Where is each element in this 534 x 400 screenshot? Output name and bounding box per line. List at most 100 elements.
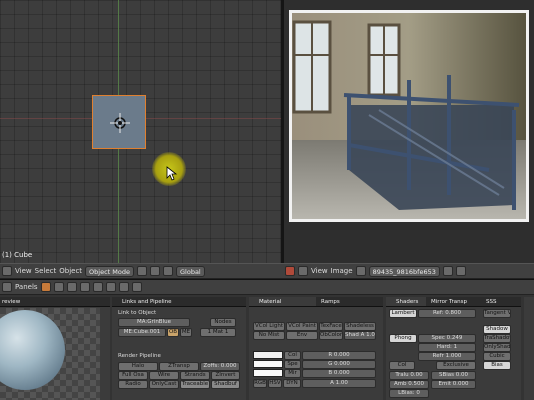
manipulator-icon[interactable] [163, 266, 173, 276]
image-pack-icon[interactable] [442, 266, 453, 276]
zoffs-field[interactable]: Zoffs: 0.000 [200, 362, 240, 371]
image-editor-area[interactable] [283, 0, 534, 263]
shadeless-toggle[interactable]: Shadeless [344, 322, 376, 331]
zinvert-toggle[interactable]: ZInvert [211, 371, 240, 380]
menu-image[interactable]: Image [331, 267, 353, 275]
world-tab-icon[interactable] [131, 282, 142, 292]
shading-context-icon[interactable] [40, 282, 51, 292]
3d-viewport[interactable]: (1) Cube [0, 0, 283, 263]
image-editor-type-icon[interactable] [298, 266, 308, 276]
radio-toggle[interactable]: Radio [118, 380, 148, 389]
material-index[interactable]: 1 Mat 1 [200, 328, 236, 337]
image-name-field[interactable]: 89435_9816bfe653 [368, 265, 440, 277]
menu-object[interactable]: Object [59, 267, 82, 275]
menu-view[interactable]: View [15, 267, 32, 275]
menu-image-view[interactable]: View [311, 267, 328, 275]
viewport-header: View Select Object Object Mode Global [0, 263, 283, 279]
specular-shader-select[interactable]: Phong [389, 334, 417, 343]
bias-toggle[interactable]: Bias [483, 361, 511, 370]
obcolor-toggle[interactable]: ObColor [319, 331, 343, 340]
mouse-pointer-icon [166, 166, 178, 181]
strands-toggle[interactable]: Strands [180, 371, 210, 380]
tangent-toggle[interactable]: Tangent V [483, 309, 511, 318]
me-button[interactable]: ME [180, 328, 192, 337]
spec-slider[interactable]: Spec 0.249 [418, 334, 476, 343]
ramps-tab[interactable]: Ramps [316, 297, 383, 307]
alpha-slider[interactable]: A 1.00 [302, 379, 376, 388]
shaders-tab[interactable]: Shaders [386, 297, 426, 307]
buttons-editor-icon[interactable] [2, 282, 12, 292]
image-browse-icon[interactable] [355, 266, 366, 276]
editing-context-icon[interactable] [66, 282, 77, 292]
vcol-light-toggle[interactable]: VCol Light [253, 322, 285, 331]
vcol-paint-toggle[interactable]: VCol Paint [286, 322, 318, 331]
image-editor-header: View Image 89435_9816bfe653 [283, 263, 534, 279]
orientation-select[interactable]: Global [176, 265, 205, 277]
full-osa-toggle[interactable]: Full Osa [118, 371, 148, 380]
onlyshad-toggle[interactable]: OnlyShad [483, 343, 511, 352]
lamp-tab-icon[interactable] [92, 282, 103, 292]
selected-cube-object[interactable] [92, 95, 146, 149]
mirror-transp-tab[interactable]: Mirror Transp [426, 297, 481, 307]
shadbuf-toggle[interactable]: Shadbuf [211, 380, 240, 389]
editor-type-icon[interactable] [2, 266, 12, 276]
no-mist-toggle[interactable]: No Mist [253, 331, 285, 340]
mode-select[interactable]: Object Mode [85, 265, 134, 277]
spe-swatch[interactable] [253, 360, 283, 368]
hsv-toggle[interactable]: HSV [268, 379, 282, 388]
col-button[interactable]: Col [284, 351, 301, 360]
env-toggle[interactable]: Env [286, 331, 318, 340]
wire-toggle[interactable]: Wire [149, 371, 179, 380]
refr-slider[interactable]: Refr 1.000 [418, 352, 476, 361]
ztransp-toggle[interactable]: ZTransp [159, 362, 199, 371]
tralu-slider[interactable]: Tralu 0.00 [389, 371, 429, 380]
cubic-toggle[interactable]: Cubic [483, 352, 511, 361]
draw-type-icon[interactable] [137, 266, 147, 276]
diffuse-shader-select[interactable]: Lambert [389, 309, 417, 318]
trashadow-toggle[interactable]: TraShadow [483, 334, 511, 343]
halo-toggle[interactable]: Halo [118, 362, 158, 371]
shad-a-field[interactable]: Shad A 1.00 [344, 331, 376, 340]
dyn-toggle[interactable]: DYN [283, 379, 301, 388]
shadow-toggle[interactable]: Shadow [483, 325, 511, 334]
mir-swatch[interactable] [253, 369, 283, 377]
texture-tab-icon[interactable] [118, 282, 129, 292]
spe-button[interactable]: Spe [284, 360, 301, 369]
snap-icon[interactable] [285, 266, 295, 276]
buttons-window-header: Panels [0, 279, 534, 295]
material-tab[interactable]: Material [249, 297, 316, 307]
ob-button[interactable]: OB [167, 328, 179, 337]
traceable-toggle[interactable]: Traceable [180, 380, 210, 389]
sss-tab[interactable]: SSS [481, 297, 521, 307]
hard-slider[interactable]: Hard: 1 [418, 343, 476, 352]
mir-button[interactable]: Mir [284, 369, 301, 378]
scene-context-icon[interactable] [79, 282, 90, 292]
link-to-object-label: Link to Object [118, 310, 157, 316]
only-cast-toggle[interactable]: OnlyCast [149, 380, 179, 389]
material-name-field[interactable]: MA:GrinBlue [118, 318, 190, 327]
pivot-icon[interactable] [150, 266, 160, 276]
nodes-button[interactable]: Nodes [210, 318, 236, 327]
col-swatch[interactable] [253, 351, 283, 359]
green-slider[interactable]: G 0.000 [302, 360, 376, 369]
ref-slider[interactable]: Ref: 0.800 [418, 309, 476, 318]
image-lock-icon[interactable] [455, 266, 466, 276]
texface-toggle[interactable]: TexFace [319, 322, 343, 331]
links-pipeline-header: Links and Pipeline [112, 297, 246, 307]
emit-slider[interactable]: Emit 0.000 [431, 380, 476, 389]
lbias-slider[interactable]: LBias: 0 [389, 389, 429, 398]
rgb-toggle[interactable]: RGB [253, 379, 267, 388]
mesh-name-field[interactable]: ME:Cube.001 [118, 328, 166, 337]
material-tab-icon[interactable] [105, 282, 116, 292]
amb-slider[interactable]: Amb 0.500 [389, 380, 429, 389]
object-context-icon[interactable] [53, 282, 64, 292]
preview-panel-header: review [0, 297, 110, 307]
gr-col-button[interactable]: Col [389, 361, 415, 370]
area-divider[interactable] [281, 0, 284, 263]
blue-slider[interactable]: B 0.000 [302, 369, 376, 378]
exclusive-toggle[interactable]: Exclusive [436, 361, 476, 370]
hdr-photo-staircase [289, 10, 529, 222]
menu-select[interactable]: Select [35, 267, 57, 275]
red-slider[interactable]: R 0.000 [302, 351, 376, 360]
sbias-slider[interactable]: SBias 0.00 [431, 371, 476, 380]
